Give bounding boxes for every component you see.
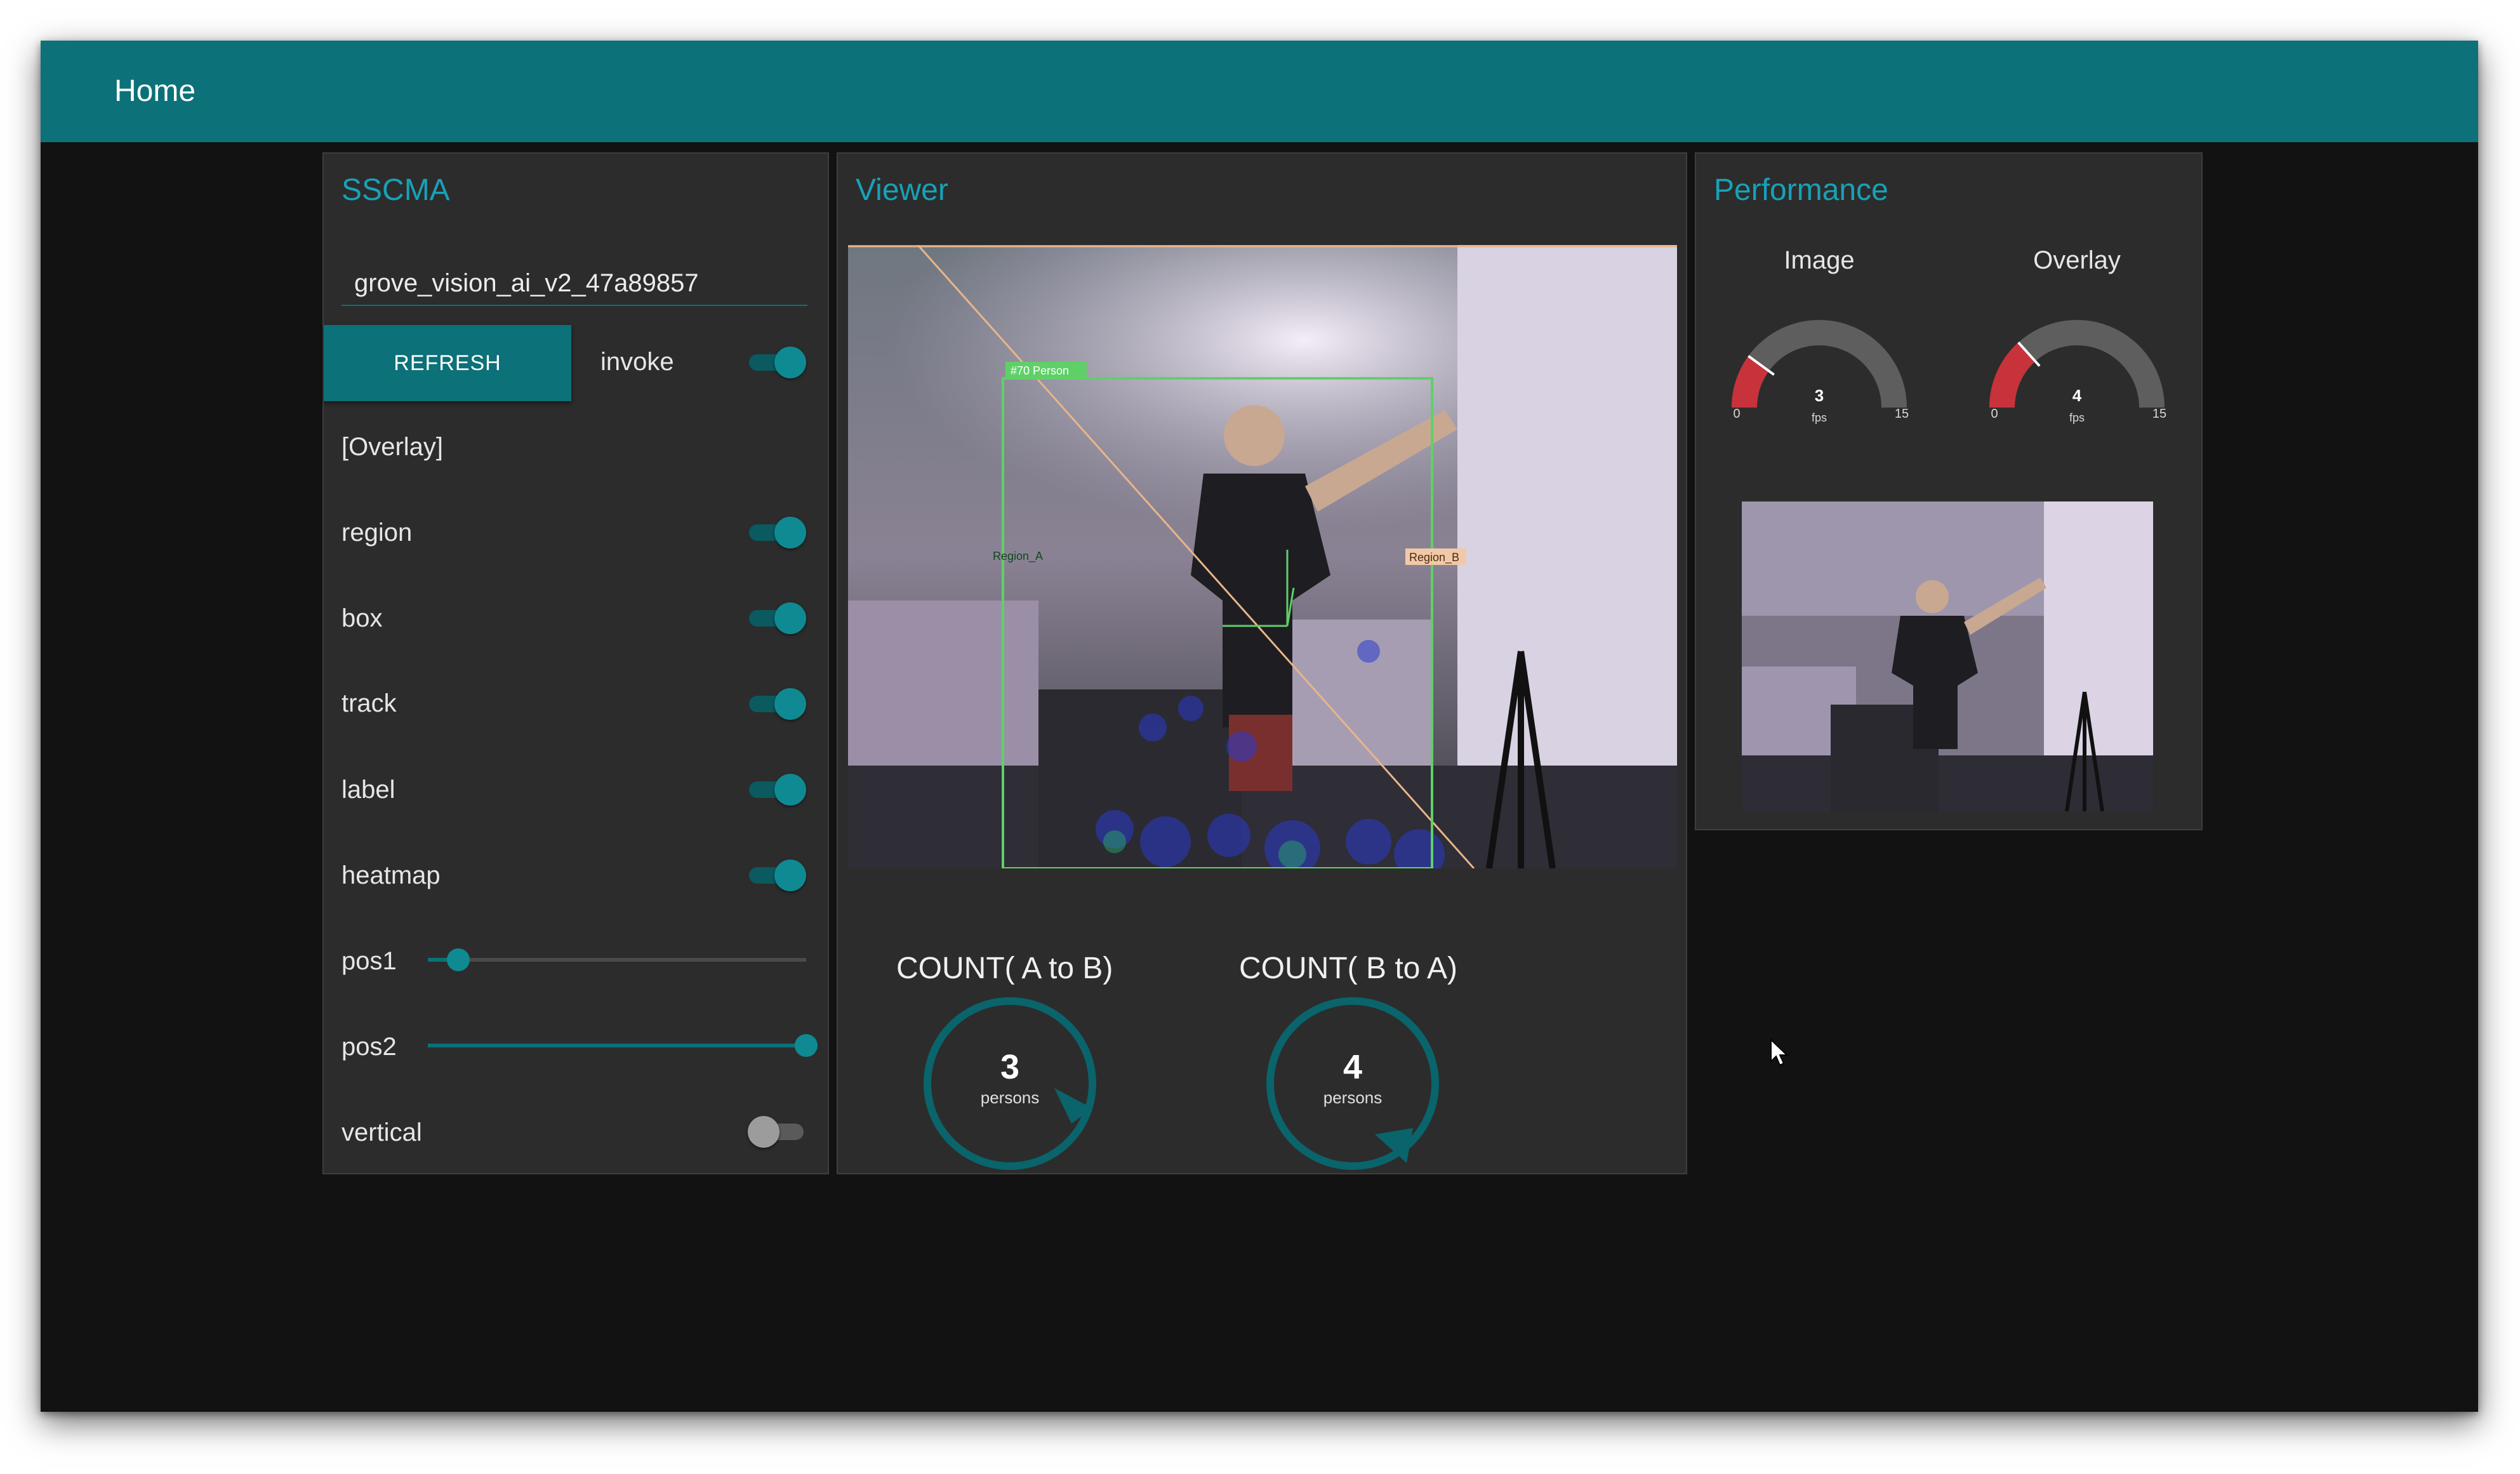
gauge-value-arc [1989, 342, 2036, 408]
detection-label: #70 Person [1011, 364, 1069, 377]
region-switch[interactable] [749, 517, 806, 548]
gauge-unit-text: fps [2069, 411, 2085, 424]
thumb-head [1916, 580, 1949, 613]
slider-knob[interactable] [446, 948, 470, 971]
box-label: box [342, 604, 383, 632]
region-label: region [342, 519, 413, 547]
viewer-title: Viewer [856, 173, 948, 207]
count-a-to-b-value: 3 [1000, 1048, 1020, 1086]
count-b-to-a-ring: 4 persons [1261, 992, 1445, 1176]
track-switch[interactable] [749, 688, 806, 720]
count-a-to-b-unit: persons [980, 1088, 1040, 1107]
switch-thumb [774, 602, 806, 634]
switch-thumb [774, 517, 806, 548]
switch-thumb [774, 347, 806, 378]
pos2-label: pos2 [342, 1033, 397, 1061]
gauge-unit-text: fps [1812, 411, 1827, 424]
app-window: Home SSCMA REFRESH invoke [Overlay] regi… [41, 41, 2478, 1412]
gauge-value-arc [1731, 355, 1770, 408]
gauge-value-text: 3 [1815, 386, 1824, 405]
count-b-to-a-title: COUNT( B to A) [1239, 952, 1458, 985]
overlay-section-label: [Overlay] [342, 433, 444, 461]
region-b-label: Region_B [1409, 551, 1459, 564]
count-a-to-b-title: COUNT( A to B) [896, 952, 1113, 985]
gauge-max-text: 15 [2152, 407, 2166, 421]
refresh-button[interactable]: REFRESH [324, 325, 571, 401]
gauge-min-text: 0 [1991, 407, 1998, 421]
image-fps-gauge: 3 fps 0 15 [1731, 320, 1909, 424]
sscma-title: SSCMA [342, 173, 450, 207]
invoke-label: invoke [600, 348, 674, 376]
box-switch[interactable] [749, 602, 806, 634]
device-input[interactable] [342, 262, 807, 306]
scene-head [1224, 405, 1285, 466]
viewer-panel: Viewer #70 Person Region_A Region_B COUN… [837, 152, 1687, 1174]
pos1-label: pos1 [342, 947, 397, 975]
camera-feed: #70 Person Region_A Region_B [848, 245, 1677, 868]
raw-image-thumbnail [1742, 501, 2153, 811]
vertical-label: vertical [342, 1119, 422, 1146]
image-gauge-label: Image [1784, 246, 1855, 274]
performance-panel: Performance Image 3 fps 0 15 Overlay 4 f… [1695, 152, 2203, 830]
count-b-to-a-value: 4 [1343, 1048, 1363, 1086]
mouse-pointer-icon [1770, 1039, 1789, 1066]
slider-fill [428, 1044, 806, 1047]
app-bar-title: Home [114, 74, 196, 108]
gauge-max-text: 15 [1895, 407, 1909, 421]
heatmap-switch[interactable] [749, 860, 806, 891]
count-b-to-a-unit: persons [1323, 1088, 1383, 1107]
label-toggle-label: label [342, 776, 395, 804]
overlay-fps-gauge: 4 fps 0 15 [1989, 320, 2166, 424]
switch-thumb [774, 688, 806, 720]
pos2-slider[interactable] [428, 1033, 818, 1058]
scene-desk-left [848, 601, 1038, 766]
switch-thumb [774, 860, 806, 891]
switch-thumb [748, 1116, 779, 1148]
overlay-gauge-label: Overlay [2033, 246, 2121, 274]
invoke-switch[interactable] [749, 347, 806, 378]
thumb-floor [1742, 755, 2153, 811]
gauge-min-text: 0 [1733, 407, 1740, 421]
sscma-panel: SSCMA REFRESH invoke [Overlay] region bo… [322, 152, 829, 1174]
region-a-label: Region_A [993, 550, 1043, 563]
app-bar: Home [41, 41, 2478, 142]
label-switch[interactable] [749, 774, 806, 806]
switch-thumb [774, 774, 806, 806]
slider-rail [428, 958, 806, 962]
vertical-switch[interactable] [748, 1116, 804, 1148]
pos1-slider[interactable] [428, 947, 806, 973]
count-a-to-b-ring: 3 persons [918, 992, 1102, 1176]
gauge-value-text: 4 [2072, 386, 2082, 405]
track-label: track [342, 689, 397, 717]
slider-knob[interactable] [795, 1034, 818, 1057]
heatmap-label: heatmap [342, 861, 441, 889]
performance-title: Performance [1714, 173, 1888, 207]
